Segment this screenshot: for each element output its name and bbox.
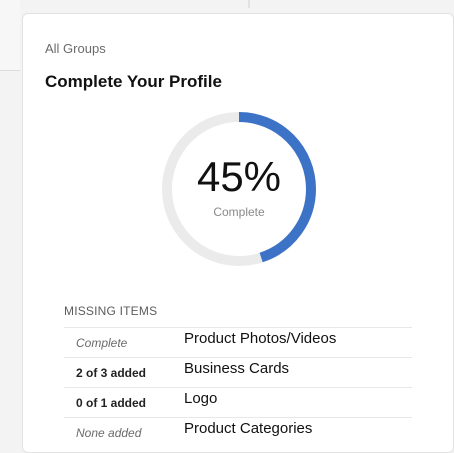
page-title: Complete Your Profile: [45, 72, 222, 91]
row-status: 2 of 3 added: [64, 357, 180, 388]
table-row[interactable]: 2 of 3 added Business Cards: [64, 357, 412, 388]
progress-ring: 45% Complete: [159, 109, 319, 269]
row-status: Complete: [64, 327, 180, 358]
background-panel-edge: [0, 0, 20, 71]
row-item: Product Photos/Videos: [180, 327, 412, 358]
missing-items-header: MISSING ITEMS: [64, 304, 158, 318]
background-divider: [248, 0, 250, 8]
row-item: Product Categories: [180, 417, 412, 447]
table-row[interactable]: 0 of 1 added Logo: [64, 387, 412, 418]
table-row[interactable]: None added Product Categories: [64, 417, 412, 447]
progress-label: Complete: [213, 205, 265, 219]
row-item: Business Cards: [180, 357, 412, 388]
row-status: None added: [64, 417, 180, 447]
missing-items-table: Complete Product Photos/Videos 2 of 3 ad…: [64, 327, 412, 447]
row-status: 0 of 1 added: [64, 387, 180, 418]
breadcrumb-all-groups[interactable]: All Groups: [45, 41, 106, 56]
table-row[interactable]: Complete Product Photos/Videos: [64, 327, 412, 358]
row-item: Logo: [180, 387, 412, 418]
progress-percent: 45%: [196, 153, 282, 200]
profile-completion-card: All Groups Complete Your Profile 45% Com…: [22, 13, 454, 453]
